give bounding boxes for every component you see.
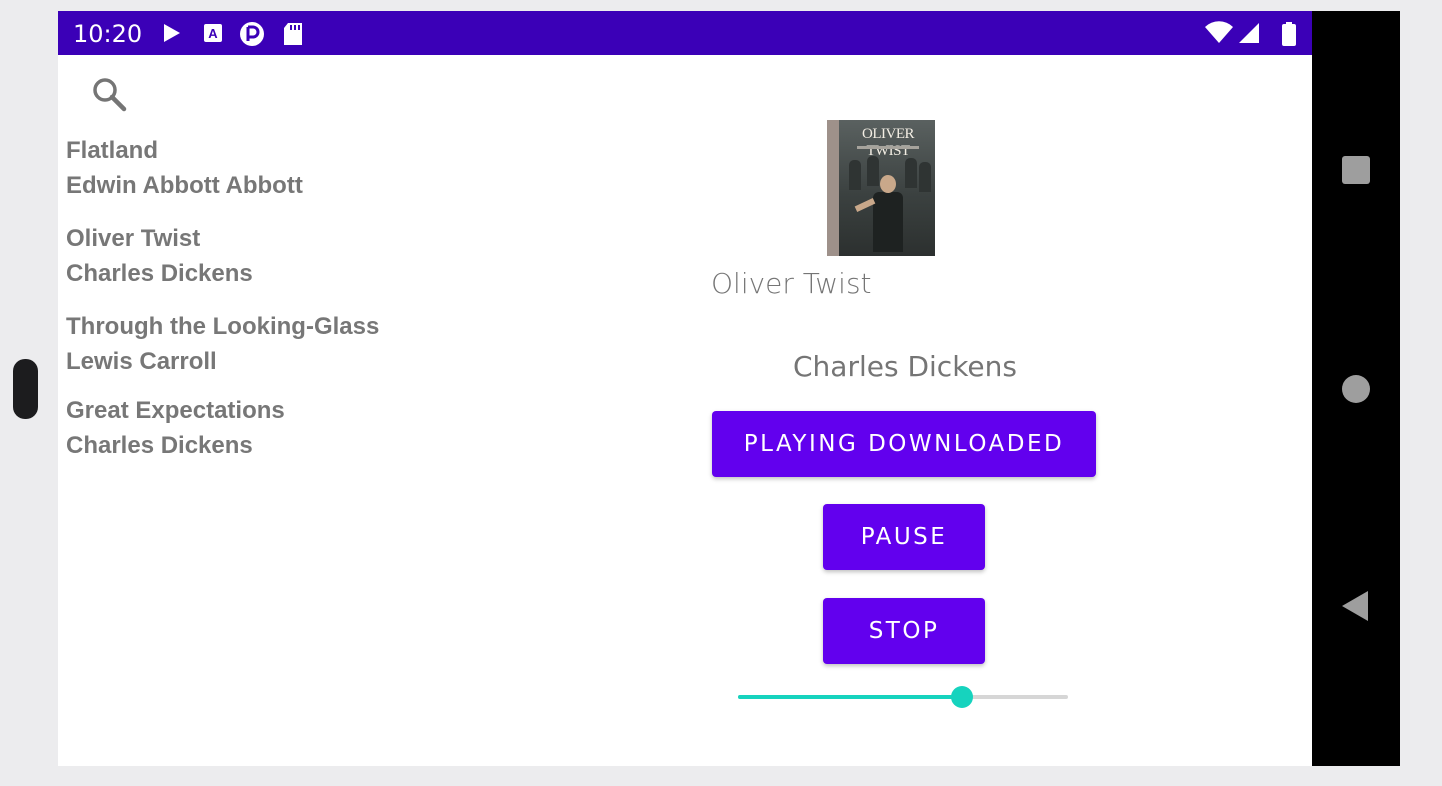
book-title: Oliver Twist (66, 225, 201, 252)
cover-boy-head (880, 175, 896, 193)
cover-figure (867, 156, 879, 186)
home-icon[interactable] (1342, 375, 1370, 403)
svg-text:A: A (208, 26, 218, 41)
cover-figure (919, 162, 931, 192)
cover-title: OLIVER TWIST (862, 126, 915, 159)
list-item[interactable]: Oliver Twist Charles Dickens (66, 221, 446, 291)
navigation-bar (1312, 11, 1400, 766)
list-item[interactable]: Great Expectations Charles Dickens (66, 393, 446, 463)
play-store-icon (164, 24, 180, 42)
stop-button[interactable]: STOP (823, 598, 985, 664)
book-title: Through the Looking-Glass (66, 313, 380, 340)
list-item[interactable]: Flatland Edwin Abbott Abbott (66, 133, 446, 203)
status-time: 10:20 (73, 20, 143, 48)
book-author: Charles Dickens (66, 260, 253, 287)
cover-spine (827, 120, 839, 256)
cover-figure (905, 158, 917, 188)
sd-card-icon (284, 23, 302, 45)
signal-icon (1239, 23, 1259, 43)
book-author: Lewis Carroll (66, 348, 217, 375)
recents-icon[interactable] (1342, 156, 1370, 184)
cover-figure (849, 160, 861, 190)
book-list: Flatland Edwin Abbott Abbott Oliver Twis… (66, 133, 446, 463)
book-author: Edwin Abbott Abbott (66, 172, 303, 199)
book-detail-title: Oliver Twist (711, 267, 872, 300)
progress-slider[interactable] (738, 685, 1068, 709)
a-icon: A (204, 24, 222, 42)
book-title: Great Expectations (66, 397, 285, 424)
book-author: Charles Dickens (66, 432, 253, 459)
device-screen: 10:20 A Flatland Edwin Abbott Abbott Oli… (58, 11, 1400, 766)
device-side-button (13, 359, 38, 419)
book-title: Flatland (66, 137, 159, 164)
status-bar: 10:20 A (58, 11, 1312, 55)
slider-thumb[interactable] (951, 686, 974, 708)
pause-button[interactable]: PAUSE (823, 504, 985, 570)
book-detail-author: Charles Dickens (793, 350, 1017, 383)
slider-fill (738, 695, 963, 699)
p-icon (240, 22, 264, 46)
battery-icon (1282, 22, 1296, 46)
playing-downloaded-button[interactable]: PLAYING DOWNLOADED (712, 411, 1096, 477)
cover-subtitle-line (857, 146, 919, 149)
list-item[interactable]: Through the Looking-Glass Lewis Carroll (66, 309, 446, 379)
wifi-icon (1205, 21, 1233, 43)
search-icon[interactable] (90, 75, 128, 113)
cover-boy (873, 192, 903, 252)
back-icon[interactable] (1342, 591, 1368, 621)
book-cover-image: OLIVER TWIST (827, 120, 935, 256)
